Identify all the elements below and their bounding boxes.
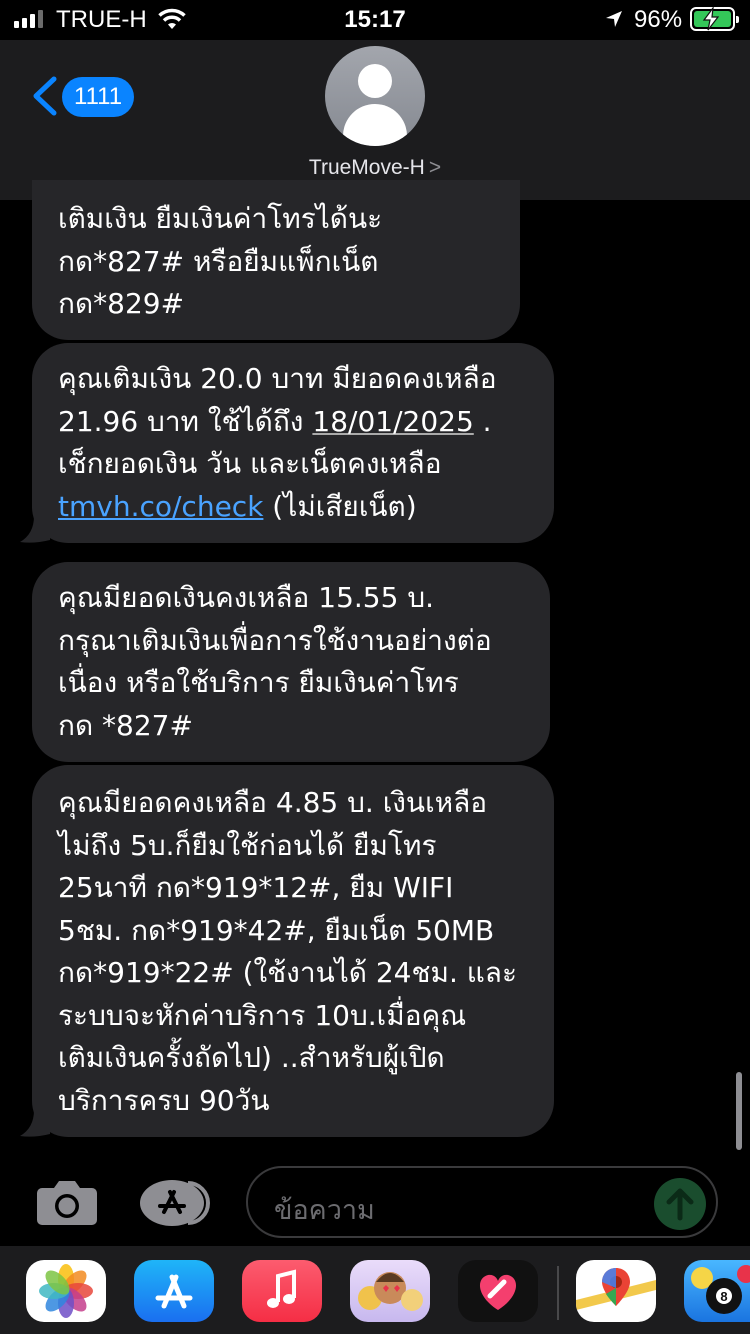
message-line: บริการครบ 90วัน bbox=[58, 1083, 270, 1117]
camera-icon[interactable] bbox=[36, 1178, 98, 1230]
memoji-icon[interactable] bbox=[350, 1260, 430, 1322]
send-button[interactable] bbox=[654, 1178, 706, 1230]
message-line: คุณมียอดเงินคงเหลือ 15.55 บ. bbox=[58, 581, 434, 614]
message-input-placeholder: ข้อความ bbox=[274, 1195, 375, 1226]
app-dock: 8 bbox=[0, 1246, 750, 1334]
contact-name: TrueMove-H bbox=[308, 156, 425, 179]
message-line: 5ชม. กด*919*42#, ยืมเน็ต 50MB bbox=[58, 913, 495, 947]
back-unread-badge[interactable]: 1111 bbox=[62, 77, 135, 117]
message-line: กรุณาเติมเงินเพื่อการใช้งานอย่างต่อ bbox=[58, 623, 492, 657]
contact-name-button[interactable]: TrueMove-H > bbox=[0, 156, 750, 180]
message-line: กด*919*22# (ใช้งานได้ 24ชม. และ bbox=[58, 956, 518, 989]
check-balance-link[interactable]: tmvh.co/check bbox=[58, 490, 263, 523]
message-text: (ไม่เสียเน็ต) bbox=[263, 489, 417, 523]
app-drawer-icon[interactable] bbox=[140, 1180, 212, 1226]
message-line: เติมเงิน ยืมเงินค่าโทรได้นะ bbox=[58, 202, 383, 235]
arrow-up-icon bbox=[666, 1188, 694, 1221]
message-bubble[interactable]: เติมเงิน ยืมเงินค่าโทรได้นะ กด*827# หรือ… bbox=[32, 180, 520, 340]
battery-charging-icon bbox=[690, 7, 739, 31]
message-line: ไม่ถึง 5บ.ก็ยืมใช้ก่อนได้ ยืมโทร bbox=[58, 828, 437, 862]
bubble-tail bbox=[20, 516, 50, 543]
svg-text:8: 8 bbox=[720, 1289, 727, 1304]
dock-separator bbox=[557, 1266, 559, 1320]
message-bubble[interactable]: คุณมียอดเงินคงเหลือ 15.55 บ. กรุณาเติมเง… bbox=[32, 562, 550, 762]
message-line: เติมเงินครั้งถัดไป) ..สำหรับผู้เปิด bbox=[58, 1041, 445, 1074]
message-line: ระบบจะหักค่าบริการ 10บ.เมื่อคุณ bbox=[58, 998, 467, 1032]
bubble-tail bbox=[20, 1110, 50, 1137]
battery-percentage: 96% bbox=[634, 6, 683, 33]
contact-avatar[interactable] bbox=[325, 46, 425, 146]
message-text: 21.96 บาท ใช้ได้ถึง bbox=[58, 404, 313, 438]
message-input[interactable]: ข้อความ bbox=[246, 1166, 718, 1238]
message-line: กด *827# bbox=[58, 708, 193, 742]
message-line: คุณเติมเงิน 20.0 บาท มียอดคงเหลือ bbox=[58, 362, 497, 395]
heart-app-icon[interactable] bbox=[458, 1260, 538, 1322]
photos-app-icon[interactable] bbox=[26, 1260, 106, 1322]
message-line: คุณมียอดคงเหลือ 4.85 บ. เงินเหลือ bbox=[58, 786, 488, 819]
maps-icon[interactable] bbox=[576, 1260, 656, 1322]
music-icon[interactable] bbox=[242, 1260, 322, 1322]
date-link[interactable]: 18/01/2025 bbox=[312, 405, 473, 438]
message-line: กด*827# หรือยืมแพ็กเน็ต bbox=[58, 244, 379, 278]
message-line: เนื่อง หรือใช้บริการ ยืมเงินค่าโทร bbox=[58, 666, 459, 699]
message-bubble[interactable]: คุณเติมเงิน 20.0 บาท มียอดคงเหลือ 21.96 … bbox=[32, 343, 554, 543]
status-bar: TRUE-H 15:17 96% bbox=[0, 0, 750, 40]
back-chevron-icon[interactable] bbox=[30, 76, 58, 120]
message-line: เช็กยอดเงิน วัน และเน็ตคงเหลือ bbox=[58, 447, 442, 480]
scrollbar[interactable] bbox=[736, 1072, 742, 1150]
message-line: กด*829# bbox=[58, 287, 185, 320]
message-line: 25นาที กด*919*12#, ยืม WIFI bbox=[58, 871, 454, 904]
message-text: . bbox=[473, 404, 492, 438]
message-line: tmvh.co/check (ไม่เสียเน็ต) bbox=[58, 486, 528, 529]
message-bubble[interactable]: คุณมียอดคงเหลือ 4.85 บ. เงินเหลือ ไม่ถึง… bbox=[32, 765, 554, 1137]
app-store-icon[interactable] bbox=[134, 1260, 214, 1322]
location-arrow-icon bbox=[604, 9, 624, 34]
chevron-right-icon: > bbox=[428, 156, 442, 179]
message-line: 21.96 บาท ใช้ได้ถึง 18/01/2025 . bbox=[58, 401, 528, 444]
conversation-header: 1111 TrueMove-H > bbox=[0, 40, 750, 200]
pool-game-icon[interactable]: 8 bbox=[684, 1260, 750, 1322]
